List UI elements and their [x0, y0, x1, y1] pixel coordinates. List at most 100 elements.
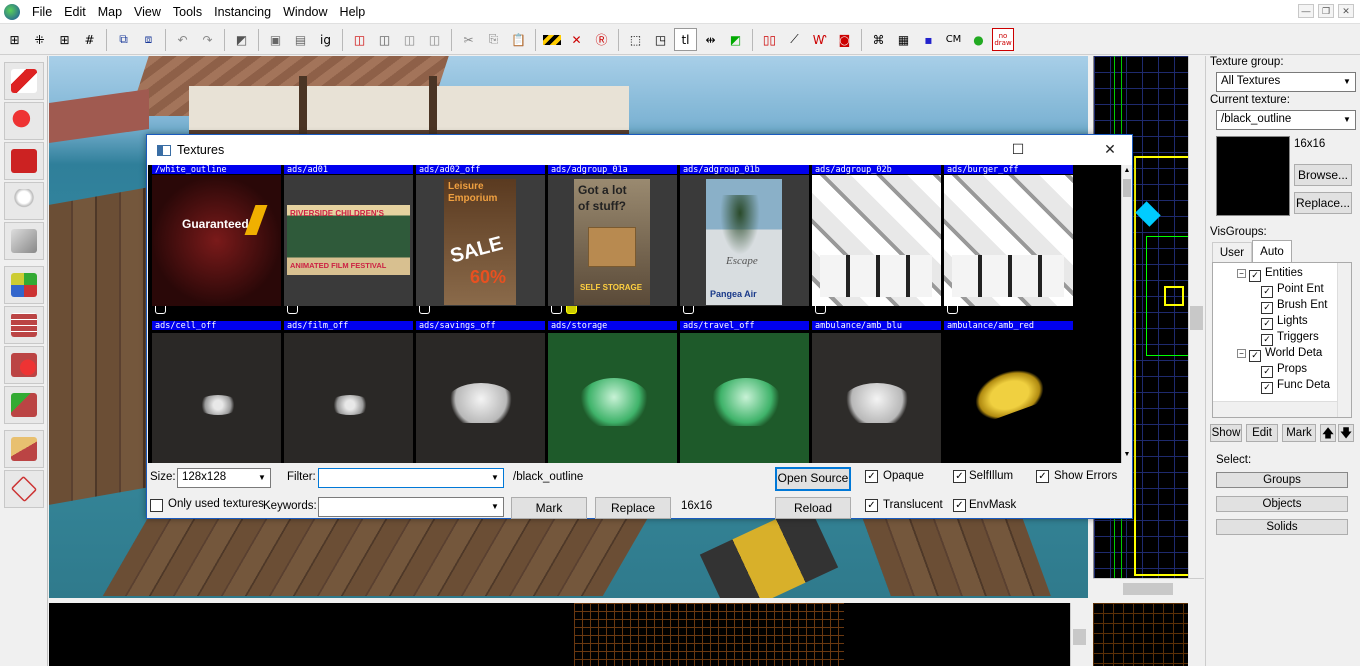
move-up-icon[interactable]: 🡅	[1320, 424, 1336, 442]
flag-icon[interactable]: ◩	[724, 28, 747, 51]
skeleton-icon[interactable]: Ⱳ	[808, 28, 831, 51]
radius-icon[interactable]: Ⓡ	[590, 28, 613, 51]
cordon-icon[interactable]: ◫	[348, 28, 371, 51]
grid-icon[interactable]: ⊞	[3, 28, 26, 51]
collapse-icon[interactable]: −	[1237, 269, 1246, 278]
texture-tile[interactable]: ads/adgroup_01a Got a lot of stuff? SELF…	[548, 165, 677, 314]
checkbox-icon[interactable]: ✓	[1261, 302, 1273, 314]
select-groups-button[interactable]: Groups	[1216, 472, 1348, 488]
clipper-icon[interactable]: ◩	[230, 28, 253, 51]
mark-button[interactable]: Mark	[511, 497, 587, 519]
camera-tool-button[interactable]	[4, 142, 44, 180]
no-draw-icon[interactable]: no draw	[992, 28, 1014, 51]
checkbox-icon[interactable]: ✓	[1261, 366, 1273, 378]
front-view-scrollbar[interactable]	[1070, 603, 1088, 666]
align-icon[interactable]: ⇹	[699, 28, 722, 51]
visgroup-tree[interactable]: − ✓ Entities ✓ Point Ent ✓ Brush Ent ✓ Lights…	[1212, 262, 1352, 418]
checkbox-icon[interactable]: ✓	[1249, 350, 1261, 362]
close-icon[interactable]: ✕	[1087, 135, 1133, 165]
texture-tile[interactable]: ads/ad01 RIVERSIDE CHILDREN'S ANIMATED F…	[284, 165, 413, 314]
checkbox-icon[interactable]: ✓	[1249, 270, 1261, 282]
envmask-checkbox[interactable]: ✓	[953, 499, 966, 512]
show-visgroup-button[interactable]: Show	[1210, 424, 1242, 442]
texture-tile[interactable]: ads/savings_off	[416, 321, 545, 463]
menu-view[interactable]: View	[128, 5, 167, 19]
magnify-tool-button[interactable]	[4, 102, 44, 140]
texture-tile[interactable]: ads/film_off	[284, 321, 413, 463]
apply-texture-button[interactable]	[4, 306, 44, 344]
tab-user[interactable]: User	[1212, 242, 1252, 262]
scroll-up-icon[interactable]: ▲	[1122, 167, 1132, 177]
keywords-input[interactable]: ▼	[318, 497, 504, 517]
translucent-checkbox[interactable]: ✓	[865, 499, 878, 512]
hazard-x-icon[interactable]: ✕	[565, 28, 588, 51]
hazard-icon[interactable]	[543, 34, 561, 45]
side-2d-viewport[interactable]	[1093, 603, 1188, 666]
texture-application-button[interactable]	[4, 266, 44, 304]
decal-tool-button[interactable]	[4, 346, 44, 384]
decals-icon[interactable]: ◙	[833, 28, 856, 51]
models-icon[interactable]: ⟋	[783, 28, 806, 51]
scissors-icon[interactable]: ✂	[457, 28, 480, 51]
select-objects-icon[interactable]: ▤	[289, 28, 312, 51]
size-select[interactable]: 128x128 ▼	[177, 468, 271, 488]
bounding-box-icon[interactable]: ⬚	[624, 28, 647, 51]
clipping-tool-button[interactable]	[4, 430, 44, 468]
maximize-icon[interactable]: ☐	[995, 135, 1041, 165]
overlay-tool-button[interactable]	[4, 386, 44, 424]
tl-icon[interactable]: tl	[674, 28, 697, 51]
checkbox-icon[interactable]: ✓	[1261, 382, 1273, 394]
texture-tile[interactable]: ambulance/amb_red	[944, 321, 1073, 463]
texture-lock-icon[interactable]: ◳	[649, 28, 672, 51]
tree-item-point-entities[interactable]: ✓ Point Ent	[1261, 283, 1324, 298]
checkbox-icon[interactable]: ✓	[1261, 286, 1273, 298]
reload-button[interactable]: Reload	[775, 497, 851, 519]
checkbox-icon[interactable]: ✓	[1261, 334, 1273, 346]
only-used-textures-checkbox[interactable]	[150, 499, 163, 512]
tree-item-triggers[interactable]: ✓ Triggers	[1261, 331, 1319, 346]
paste-icon[interactable]: 📋	[507, 28, 530, 51]
menu-instancing[interactable]: Instancing	[208, 5, 277, 19]
texture-tile[interactable]: ads/adgroup_01b Escape Pangea Air	[680, 165, 809, 314]
scroll-thumb[interactable]	[1123, 179, 1131, 197]
helpers-icon[interactable]: ▯▯	[758, 28, 781, 51]
menu-file[interactable]: File	[26, 5, 58, 19]
checkbox-icon[interactable]: ✓	[1261, 318, 1273, 330]
minimize-icon[interactable]: —	[1298, 4, 1314, 18]
select-objects-button[interactable]: Objects	[1216, 496, 1348, 512]
scroll-thumb[interactable]	[1073, 629, 1086, 645]
vertex-tool-button[interactable]	[4, 470, 44, 508]
texture-tile[interactable]: ads/burger_off	[944, 165, 1073, 314]
texture-tile[interactable]: ads/storage	[548, 321, 677, 463]
hammer-app-icon[interactable]	[4, 3, 20, 20]
open-source-button[interactable]: Open Source	[775, 467, 851, 491]
vertex-icon[interactable]: ▦	[892, 28, 915, 51]
menu-map[interactable]: Map	[92, 5, 128, 19]
block-tool-button[interactable]	[4, 222, 44, 260]
tab-auto[interactable]: Auto	[1252, 240, 1292, 262]
select-groups-icon[interactable]: ▣	[264, 28, 287, 51]
scroll-thumb[interactable]	[1190, 306, 1203, 330]
mark-visgroup-button[interactable]: Mark	[1282, 424, 1316, 442]
ignore-groups-icon[interactable]: ig	[314, 28, 337, 51]
replace-texture-button[interactable]: Replace...	[1294, 192, 1352, 214]
texture-browser-grid[interactable]: /white_outline Guaranteed ads/ad01 RIVER…	[148, 165, 1121, 463]
filter-input[interactable]: ▼	[318, 468, 504, 488]
hollow-icon[interactable]: ◫	[423, 28, 446, 51]
cm-icon[interactable]: CM	[942, 28, 965, 51]
tree-item-world-detail[interactable]: − ✓ World Deta	[1237, 347, 1322, 362]
top-view-horizontal-scrollbar[interactable]	[1093, 578, 1204, 598]
browse-button[interactable]: Browse...	[1294, 164, 1352, 186]
cube-icon[interactable]: ▪	[917, 28, 940, 51]
cordon-box-icon[interactable]: ◫	[373, 28, 396, 51]
menu-help[interactable]: Help	[334, 5, 372, 19]
top-view-vertical-scrollbar[interactable]	[1188, 56, 1204, 578]
replace-button[interactable]: Replace	[595, 497, 671, 519]
menu-edit[interactable]: Edit	[58, 5, 92, 19]
menu-window[interactable]: Window	[277, 5, 333, 19]
texture-tile[interactable]: ads/travel_off	[680, 321, 809, 463]
select-solids-button[interactable]: Solids	[1216, 519, 1348, 535]
scroll-down-icon[interactable]: ▼	[1122, 451, 1132, 461]
leaf-icon[interactable]: ●	[967, 28, 990, 51]
carve-icon[interactable]: ⧉	[112, 28, 135, 51]
